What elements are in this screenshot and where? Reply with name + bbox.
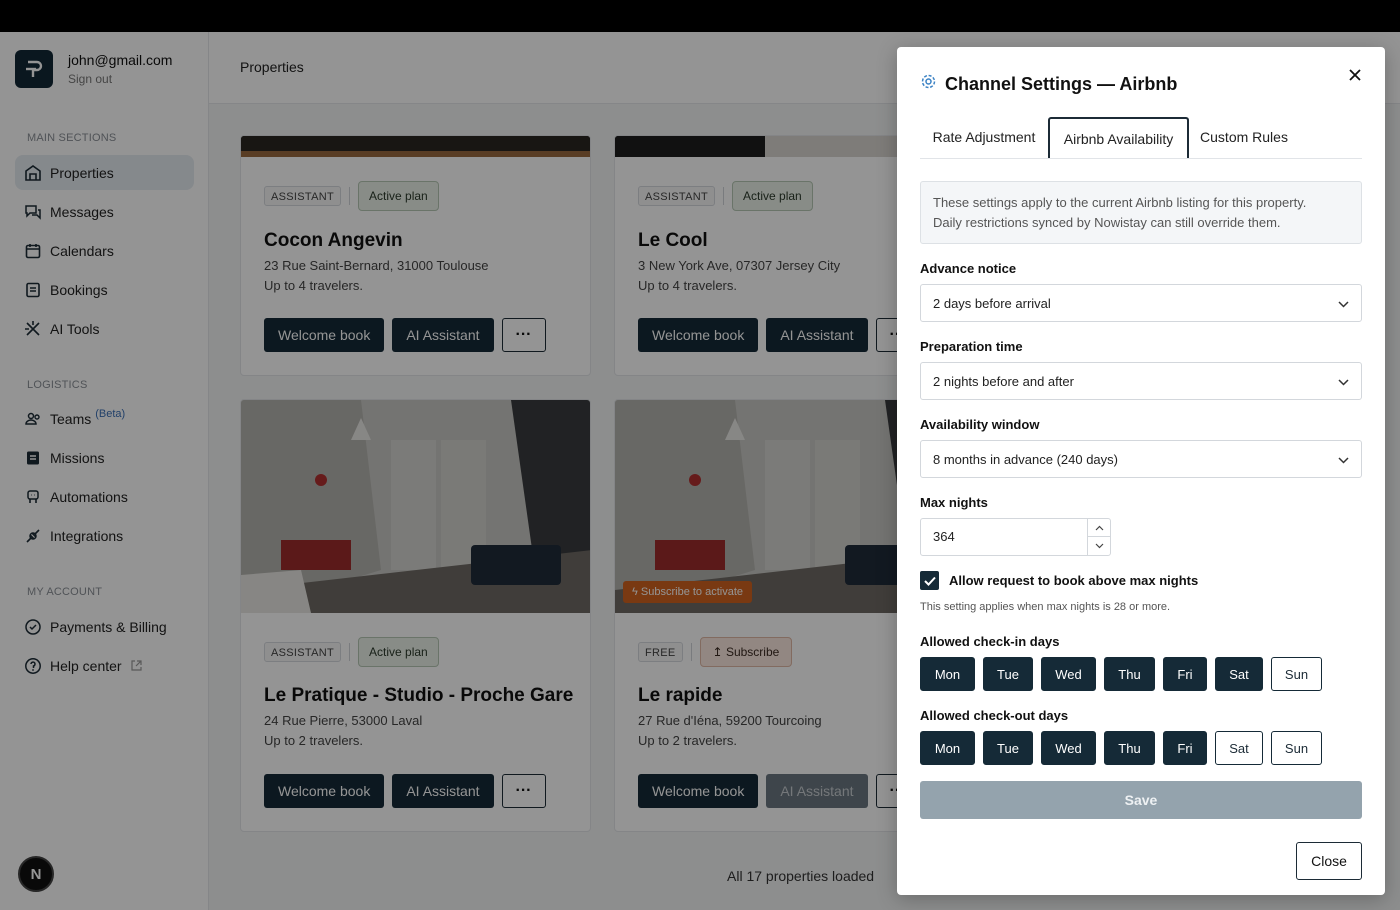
checkin-day-sat[interactable]: Sat [1215,657,1263,691]
checkin-days-label: Allowed check-in days [920,634,1060,649]
advance-notice-select[interactable]: 2 days before arrival [920,284,1362,322]
allow-request-row: Allow request to book above max nights [920,571,1198,590]
checkout-days: Mon Tue Wed Thu Fri Sat Sun [920,731,1330,765]
max-nights-value: 364 [933,529,955,544]
chevron-down-icon [1338,374,1349,389]
tab-rate-adjustment[interactable]: Rate Adjustment [920,117,1048,158]
max-nights-hint: This setting applies when max nights is … [920,601,1171,613]
checkout-day-tue[interactable]: Tue [983,731,1033,765]
close-button[interactable]: Close [1296,842,1362,880]
checkin-day-fri[interactable]: Fri [1163,657,1207,691]
tab-bar: Rate Adjustment Airbnb Availability Cust… [920,117,1362,159]
info-box: These settings apply to the current Airb… [920,181,1362,244]
checkout-day-sun[interactable]: Sun [1271,731,1322,765]
save-button[interactable]: Save [920,781,1362,819]
checkout-day-thu[interactable]: Thu [1104,731,1155,765]
tab-airbnb-availability[interactable]: Airbnb Availability [1048,117,1189,158]
top-bar [0,0,1400,32]
info-text-1: These settings apply to the current Airb… [933,195,1307,210]
quantity-stepper [1087,519,1110,555]
tab-custom-rules[interactable]: Custom Rules [1189,117,1299,158]
checkin-day-thu[interactable]: Thu [1104,657,1155,691]
preparation-time-select[interactable]: 2 nights before and after [920,362,1362,400]
availability-window-value: 8 months in advance (240 days) [933,451,1118,467]
gear-icon [920,73,937,95]
advance-notice-value: 2 days before arrival [933,295,1051,311]
checkin-days: Mon Tue Wed Thu Fri Sat Sun [920,657,1330,691]
checkin-day-wed[interactable]: Wed [1041,657,1096,691]
max-nights-input[interactable]: 364 [920,518,1111,556]
chevron-down-icon [1338,296,1349,311]
max-nights-label: Max nights [920,495,988,510]
preparation-time-label: Preparation time [920,339,1023,354]
checkout-day-fri[interactable]: Fri [1163,731,1207,765]
checkin-day-sun[interactable]: Sun [1271,657,1322,691]
checkout-day-sat[interactable]: Sat [1215,731,1263,765]
checkin-day-mon[interactable]: Mon [920,657,975,691]
preparation-time-value: 2 nights before and after [933,373,1074,389]
checkout-day-wed[interactable]: Wed [1041,731,1096,765]
chevron-up-icon[interactable] [1088,519,1110,537]
allow-request-label: Allow request to book above max nights [949,573,1199,588]
checkout-days-label: Allowed check-out days [920,708,1069,723]
chevron-down-icon[interactable] [1088,537,1110,555]
close-icon[interactable] [1343,63,1367,87]
app: john@gmail.com Sign out MAIN SECTIONS Pr… [0,32,1400,910]
checkin-day-tue[interactable]: Tue [983,657,1033,691]
availability-window-label: Availability window [920,417,1040,432]
modal-title: Channel Settings — Airbnb [945,73,1178,94]
chevron-down-icon [1338,452,1349,467]
info-text-2: Daily restrictions synced by Nowistay ca… [933,215,1281,230]
availability-window-select[interactable]: 8 months in advance (240 days) [920,440,1362,478]
allow-request-checkbox[interactable] [920,571,939,590]
advance-notice-label: Advance notice [920,261,1017,276]
checkout-day-mon[interactable]: Mon [920,731,975,765]
channel-settings-modal: Channel Settings — Airbnb Rate Adjustmen… [897,47,1385,895]
